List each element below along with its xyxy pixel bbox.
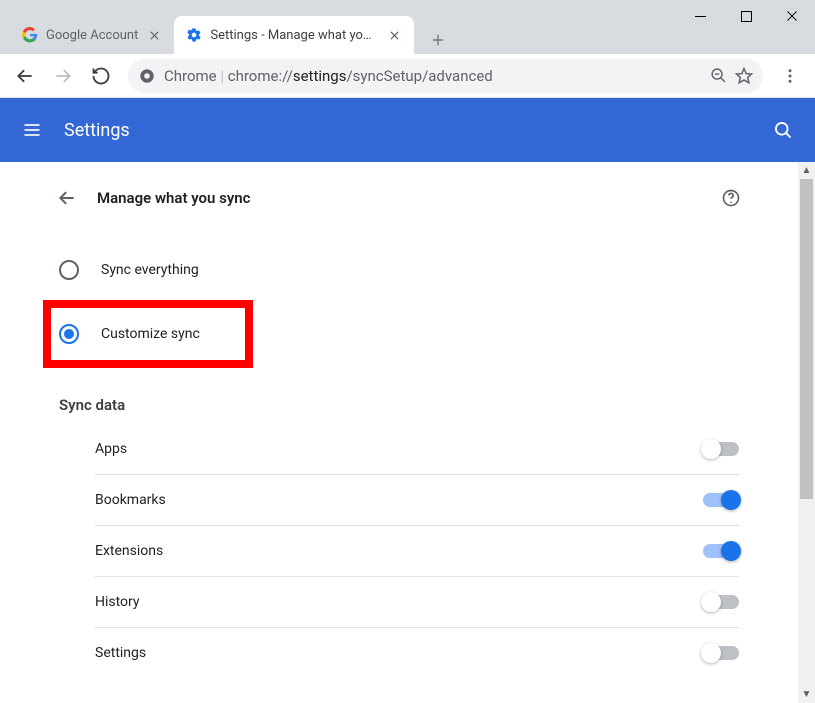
- chrome-icon: [138, 67, 156, 85]
- sync-item-label: Settings: [95, 645, 146, 661]
- omnibox-url: Chrome | chrome://settings/syncSetup/adv…: [164, 67, 701, 85]
- window-titlebar: Google Account Settings - Manage what yo…: [0, 0, 815, 54]
- menu-icon[interactable]: [20, 118, 44, 142]
- radio-icon[interactable]: [59, 260, 79, 280]
- scroll-up-icon[interactable]: ▲: [798, 162, 815, 179]
- settings-title: Settings: [64, 120, 771, 141]
- radio-customize-sync[interactable]: Customize sync: [55, 318, 241, 350]
- window-maximize-button[interactable]: [723, 0, 769, 32]
- sync-item-label: Extensions: [95, 543, 163, 559]
- sync-item-settings: Settings: [95, 628, 739, 678]
- window-minimize-button[interactable]: [677, 0, 723, 32]
- toggle-settings[interactable]: [703, 646, 739, 660]
- sync-item-extensions: Extensions: [95, 526, 739, 577]
- content-area: Manage what you sync Sync everything Cus…: [0, 162, 798, 703]
- toggle-extensions[interactable]: [703, 544, 739, 558]
- google-logo-icon: [22, 27, 38, 43]
- window-controls: [677, 0, 815, 32]
- settings-gear-icon: [186, 27, 202, 43]
- scroll-thumb[interactable]: [800, 179, 813, 499]
- radio-label: Sync everything: [101, 262, 199, 278]
- tab-google-account[interactable]: Google Account: [10, 16, 174, 54]
- nav-forward-button[interactable]: [46, 59, 80, 93]
- settings-header: Settings: [0, 98, 815, 162]
- close-icon[interactable]: [146, 27, 162, 43]
- toggle-apps[interactable]: [703, 442, 739, 456]
- sync-item-label: History: [95, 594, 140, 610]
- highlight-annotation: Customize sync: [43, 300, 253, 368]
- close-icon[interactable]: [386, 27, 402, 43]
- sync-item-bookmarks: Bookmarks: [95, 475, 739, 526]
- sync-item-label: Apps: [95, 441, 127, 457]
- back-arrow-icon[interactable]: [55, 186, 79, 210]
- tab-title-0: Google Account: [46, 28, 138, 43]
- radio-sync-everything[interactable]: Sync everything: [55, 246, 743, 294]
- zoom-icon[interactable]: [709, 67, 727, 85]
- reload-button[interactable]: [84, 59, 118, 93]
- bookmark-star-icon[interactable]: [735, 67, 753, 85]
- sync-item-apps: Apps: [95, 424, 739, 475]
- tab-title-1: Settings - Manage what you sync: [210, 28, 378, 43]
- address-bar[interactable]: Chrome | chrome://settings/syncSetup/adv…: [128, 59, 763, 93]
- window-close-button[interactable]: [769, 0, 815, 32]
- page-title: Manage what you sync: [97, 189, 701, 207]
- sync-item-history: History: [95, 577, 739, 628]
- settings-card: Manage what you sync Sync everything Cus…: [19, 162, 779, 678]
- nav-back-button[interactable]: [8, 59, 42, 93]
- toggle-bookmarks[interactable]: [703, 493, 739, 507]
- new-tab-button[interactable]: [424, 26, 452, 54]
- page-header-row: Manage what you sync: [55, 186, 743, 210]
- browser-menu-button[interactable]: [773, 59, 807, 93]
- radio-label: Customize sync: [101, 326, 200, 342]
- help-icon[interactable]: [719, 186, 743, 210]
- scroll-down-icon[interactable]: ▼: [798, 686, 815, 703]
- sync-item-label: Bookmarks: [95, 492, 166, 508]
- search-icon[interactable]: [771, 118, 795, 142]
- radio-icon[interactable]: [59, 324, 79, 344]
- vertical-scrollbar[interactable]: ▲ ▼: [798, 162, 815, 703]
- toggle-history[interactable]: [703, 595, 739, 609]
- tab-settings[interactable]: Settings - Manage what you sync: [174, 16, 414, 54]
- content-wrapper: Manage what you sync Sync everything Cus…: [0, 162, 815, 703]
- section-title-sync-data: Sync data: [59, 396, 739, 414]
- browser-toolbar: Chrome | chrome://settings/syncSetup/adv…: [0, 54, 815, 98]
